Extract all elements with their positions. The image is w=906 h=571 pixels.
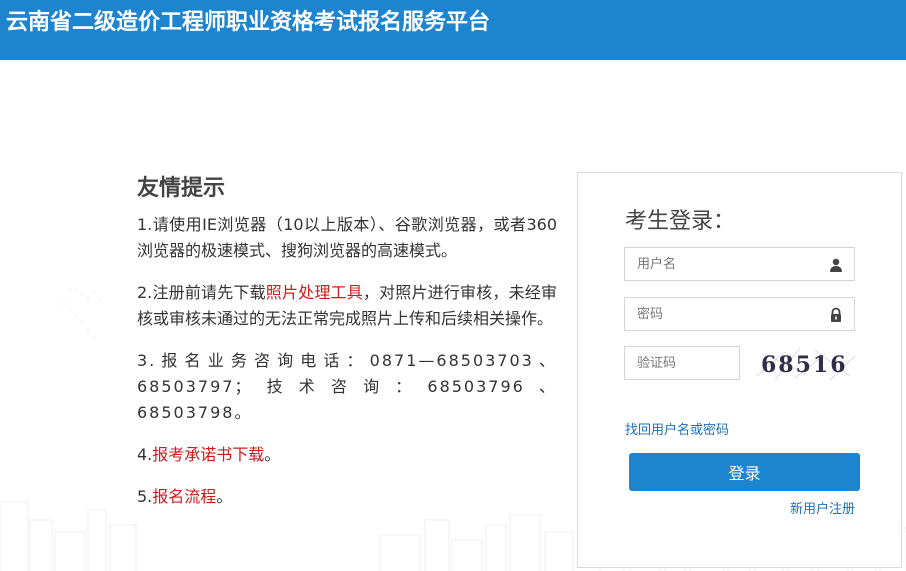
tip-item-4-prefix: 4. <box>137 445 153 464</box>
friendly-tips-section: 友情提示 1.请使用IE浏览器（10以上版本）、谷歌浏览器，或者360浏览器的极… <box>137 170 557 526</box>
site-title: 云南省二级造价工程师职业资格考试报名服务平台 <box>6 10 491 35</box>
new-user-register-link[interactable]: 新用户注册 <box>790 498 855 517</box>
tip-item-1: 1.请使用IE浏览器（10以上版本）、谷歌浏览器，或者360浏览器的极速模式、搜… <box>137 215 557 260</box>
login-heading: 考生登录： <box>625 209 736 234</box>
tip-item-4: 4.报考承诺书下载。 <box>137 442 557 468</box>
commitment-download-link[interactable]: 报考承诺书下载 <box>152 445 264 464</box>
captcha-input[interactable] <box>625 347 739 379</box>
captcha-image[interactable]: 68516 <box>755 346 858 382</box>
page-header: 云南省二级造价工程师职业资格考试报名服务平台 <box>0 0 906 60</box>
tip-item-5-prefix: 5. <box>137 487 153 506</box>
tip-item-2-prefix: 2.注册前请先下载 <box>137 283 266 302</box>
password-input[interactable] <box>625 298 854 330</box>
login-button[interactable]: 登录 <box>629 453 860 491</box>
lock-icon <box>831 307 841 322</box>
tip-item-2: 2.注册前请先下载照片处理工具，对照片进行审核，未经审核或审核未通过的无法正常完… <box>137 280 557 332</box>
username-field-box <box>624 247 855 281</box>
tip-item-5: 5.报名流程。 <box>137 484 557 510</box>
photo-tool-link[interactable]: 照片处理工具 <box>266 283 363 302</box>
forgot-credentials-link[interactable]: 找回用户名或密码 <box>625 419 729 438</box>
captcha-field-box <box>624 346 740 380</box>
username-input[interactable] <box>625 248 854 280</box>
login-panel: 考生登录： 68516 找回用户名或密码 登录 新用户注册 <box>577 172 902 568</box>
tip-item-3: 3.报名业务咨询电话：0871—68503703、68503797；技术咨询：6… <box>137 351 557 422</box>
captcha-text: 68516 <box>761 352 848 378</box>
password-field-box <box>624 297 855 331</box>
tips-heading: 友情提示 <box>137 176 226 201</box>
user-icon <box>830 258 842 272</box>
tip-item-5-suffix: 。 <box>216 487 233 506</box>
registration-process-link[interactable]: 报名流程 <box>152 487 216 506</box>
tip-item-4-suffix: 。 <box>264 445 281 464</box>
